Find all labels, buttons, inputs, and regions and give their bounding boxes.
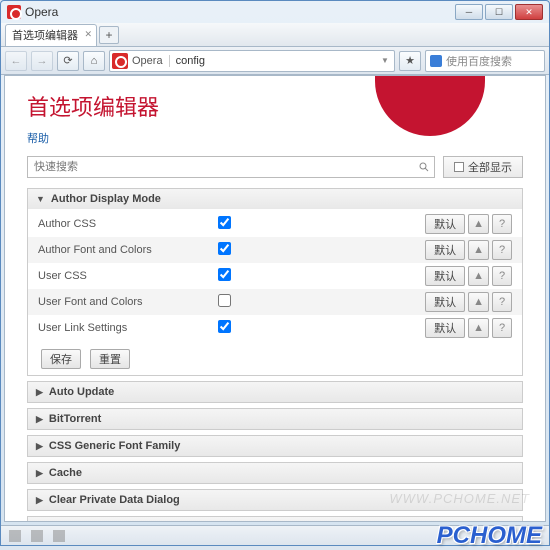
expand-icon: ▼	[36, 194, 45, 204]
new-tab-button[interactable]: +	[99, 26, 119, 44]
bookmark-button[interactable]: ★	[399, 51, 421, 71]
setting-checkbox[interactable]	[218, 216, 231, 229]
setting-label: Author Font and Colors	[38, 244, 218, 256]
setting-row: User Link Settings 默认 ▲ ?	[28, 315, 522, 341]
default-button[interactable]: 默认	[425, 240, 465, 260]
save-button[interactable]: 保存	[41, 349, 81, 369]
url-brand: Opera	[132, 55, 170, 67]
default-button[interactable]: 默认	[425, 266, 465, 286]
section-title: Colors	[49, 521, 84, 522]
setting-label: User Font and Colors	[38, 296, 218, 308]
setting-checkbox[interactable]	[218, 294, 231, 307]
expand-icon: ▶	[36, 495, 43, 506]
expand-icon: ▶	[36, 468, 43, 479]
home-button[interactable]: ⌂	[83, 51, 105, 71]
forward-button[interactable]: →	[31, 51, 53, 71]
url-dropdown-icon[interactable]: ▼	[378, 56, 392, 65]
help-button[interactable]: ?	[492, 214, 512, 234]
section-header[interactable]: ▼ Author Display Mode	[28, 189, 522, 209]
address-bar[interactable]: Opera ▼	[109, 50, 395, 72]
setting-row: Author CSS 默认 ▲ ?	[28, 211, 522, 237]
section-title: BitTorrent	[49, 413, 101, 425]
expand-icon: ▶	[36, 441, 43, 452]
section-header[interactable]: ▶ BitTorrent	[28, 409, 522, 429]
section-title: Author Display Mode	[51, 193, 161, 205]
setting-row: User Font and Colors 默认 ▲ ?	[28, 289, 522, 315]
setting-row: Author Font and Colors 默认 ▲ ?	[28, 237, 522, 263]
up-button[interactable]: ▲	[468, 240, 489, 260]
expand-icon: ▶	[36, 522, 43, 523]
section-title: Clear Private Data Dialog	[49, 494, 180, 506]
setting-label: Author CSS	[38, 218, 218, 230]
url-input[interactable]	[176, 55, 378, 67]
setting-label: User Link Settings	[38, 322, 218, 334]
up-button[interactable]: ▲	[468, 214, 489, 234]
search-placeholder: 使用百度搜索	[446, 53, 512, 69]
up-button[interactable]: ▲	[468, 318, 489, 338]
maximize-button[interactable]: ☐	[485, 4, 513, 20]
status-icon-3[interactable]	[53, 530, 65, 542]
setting-checkbox[interactable]	[218, 268, 231, 281]
reset-button[interactable]: 重置	[90, 349, 130, 369]
default-button[interactable]: 默认	[425, 292, 465, 312]
watermark-text: WWW.PCHOME.NET	[389, 491, 530, 506]
section-author-display-mode: ▼ Author Display Mode Author CSS 默认 ▲ ? …	[27, 188, 523, 376]
setting-checkbox[interactable]	[218, 320, 231, 333]
show-all-checkbox-icon	[454, 162, 464, 172]
setting-checkbox[interactable]	[218, 242, 231, 255]
section-collapsed: ▶ BitTorrent	[27, 408, 523, 430]
section-collapsed: ▶ Cache	[27, 462, 523, 484]
opera-icon	[7, 5, 21, 19]
quick-search-input[interactable]	[27, 156, 435, 178]
opera-favicon	[112, 53, 128, 69]
search-engine-icon	[430, 55, 442, 67]
browser-tab[interactable]: 首选项编辑器 ✕	[5, 24, 97, 46]
back-button[interactable]: ←	[5, 51, 27, 71]
reload-button[interactable]: ⟳	[57, 51, 79, 71]
section-title: Auto Update	[49, 386, 114, 398]
section-header[interactable]: ▶ Cache	[28, 463, 522, 483]
window-title: Opera	[25, 5, 58, 19]
help-link[interactable]: 帮助	[27, 130, 49, 146]
section-collapsed: ▶ CSS Generic Font Family	[27, 435, 523, 457]
help-button[interactable]: ?	[492, 318, 512, 338]
close-button[interactable]: ✕	[515, 4, 543, 20]
setting-label: User CSS	[38, 270, 218, 282]
tab-label: 首选项编辑器	[12, 27, 78, 43]
help-button[interactable]: ?	[492, 292, 512, 312]
search-box[interactable]: 使用百度搜索	[425, 50, 545, 72]
expand-icon: ▶	[36, 414, 43, 425]
section-title: CSS Generic Font Family	[49, 440, 180, 452]
help-button[interactable]: ?	[492, 240, 512, 260]
tab-close-icon[interactable]: ✕	[84, 29, 92, 40]
status-icon-2[interactable]	[31, 530, 43, 542]
section-header[interactable]: ▶ CSS Generic Font Family	[28, 436, 522, 456]
default-button[interactable]: 默认	[425, 318, 465, 338]
help-button[interactable]: ?	[492, 266, 512, 286]
setting-row: User CSS 默认 ▲ ?	[28, 263, 522, 289]
minimize-button[interactable]: ─	[455, 4, 483, 20]
status-icon-1[interactable]	[9, 530, 21, 542]
show-all-button[interactable]: 全部显示	[443, 156, 523, 178]
section-title: Cache	[49, 467, 82, 479]
show-all-label: 全部显示	[468, 159, 512, 175]
default-button[interactable]: 默认	[425, 214, 465, 234]
up-button[interactable]: ▲	[468, 292, 489, 312]
up-button[interactable]: ▲	[468, 266, 489, 286]
expand-icon: ▶	[36, 387, 43, 398]
decorative-banner	[375, 76, 485, 136]
section-header[interactable]: ▶ Auto Update	[28, 382, 522, 402]
section-collapsed: ▶ Auto Update	[27, 381, 523, 403]
